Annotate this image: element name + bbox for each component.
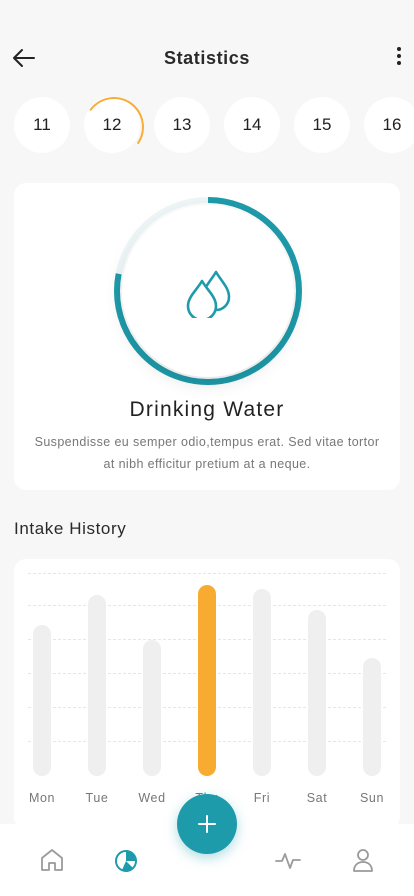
bar-fill: [308, 609, 326, 776]
water-icon-circle: [122, 205, 294, 377]
more-menu-button[interactable]: [394, 44, 404, 72]
nav-home[interactable]: [38, 846, 66, 874]
drinking-water-card: Drinking Water Suspendisse eu semper odi…: [14, 183, 400, 490]
bar-sat: [308, 585, 326, 776]
date-chip-12[interactable]: 12: [84, 97, 140, 153]
date-chip-15[interactable]: 15: [294, 97, 350, 153]
intake-history-chart: MonTueWedThuFriSatSun: [14, 559, 400, 829]
nav-activity[interactable]: [274, 846, 302, 874]
user-icon: [353, 849, 373, 872]
date-chip-16[interactable]: 16: [364, 97, 414, 153]
day-label-wed: Wed: [138, 791, 166, 805]
date-selector: 11 12 13 14 15 16: [14, 97, 414, 153]
intake-history-title: Intake History: [14, 519, 127, 538]
day-label-sun: Sun: [359, 791, 385, 805]
day-label-tue: Tue: [85, 791, 109, 805]
water-card-description: Suspendisse eu semper odio,tempus erat. …: [34, 435, 380, 471]
add-intake-button[interactable]: [177, 794, 237, 854]
bar-fill: [198, 585, 216, 776]
water-card-title: Drinking Water: [129, 398, 285, 421]
bar-fri: [253, 585, 271, 776]
bar-fill: [33, 625, 51, 776]
nav-statistics[interactable]: [113, 846, 141, 874]
home-icon: [41, 849, 63, 871]
date-chip-14[interactable]: 14: [224, 97, 280, 153]
day-label-mon: Mon: [28, 791, 56, 805]
page-title: Statistics: [163, 48, 251, 68]
bar-tue: [88, 585, 106, 776]
bar-sun: [363, 585, 381, 776]
bar-wed: [143, 585, 161, 776]
nav-profile[interactable]: [349, 846, 377, 874]
bar-fill: [363, 657, 381, 776]
bar-fill: [253, 588, 271, 776]
day-label-fri: Fri: [253, 791, 271, 805]
date-chip-11[interactable]: 11: [14, 97, 70, 153]
water-drops-icon: [186, 270, 231, 318]
more-vertical-icon: [397, 47, 401, 51]
day-label-sat: Sat: [306, 791, 328, 805]
bar-thu: [198, 585, 216, 776]
bar-fill: [143, 640, 161, 776]
grid-line: [28, 573, 386, 574]
bar-mon: [33, 585, 51, 776]
bar-fill: [88, 594, 106, 776]
pie-chart-icon: [115, 850, 137, 872]
water-progress-ring: [113, 196, 303, 386]
date-chip-13[interactable]: 13: [154, 97, 210, 153]
pulse-icon: [275, 853, 301, 869]
